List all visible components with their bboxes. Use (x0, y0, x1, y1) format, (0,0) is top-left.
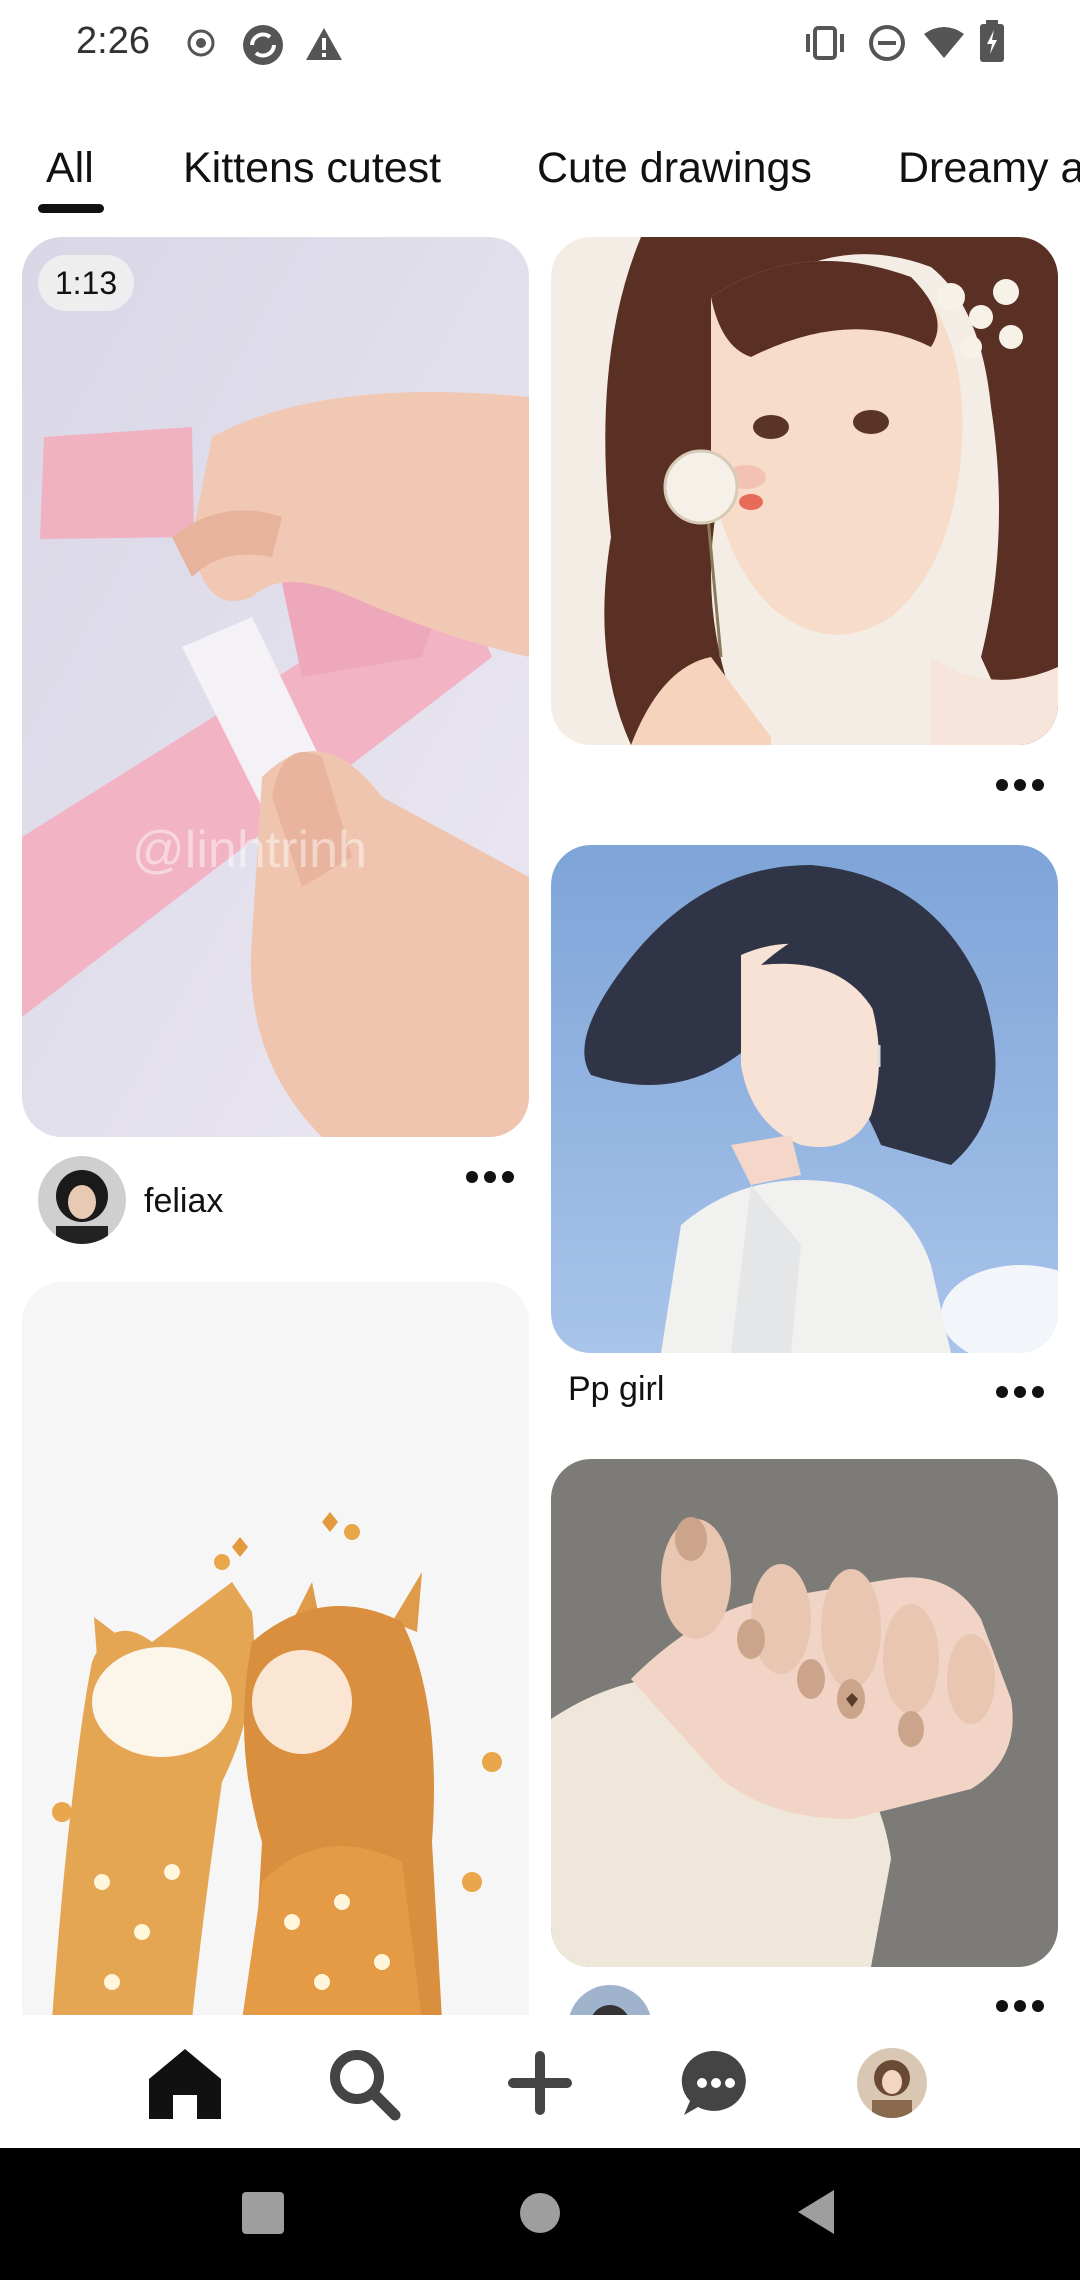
cat-girl-pin-image[interactable] (22, 1282, 529, 2020)
tab-all[interactable]: All (46, 144, 94, 193)
nails-pin-image[interactable] (551, 1459, 1058, 1967)
sync-icon (243, 25, 283, 65)
selected-tab-indicator (38, 204, 104, 213)
status-time: 2:26 (76, 20, 150, 62)
vibrate-icon (806, 26, 844, 60)
pp-girl-illustration (551, 845, 1058, 1353)
home-icon[interactable] (145, 2043, 225, 2123)
pp-girl-title[interactable]: Pp girl (568, 1370, 664, 1409)
video-pin-more-button[interactable] (466, 1171, 514, 1185)
nails-photo (551, 1459, 1058, 1967)
wifi-icon (924, 27, 964, 58)
video-pin-image[interactable]: @linhtrinh (22, 237, 529, 1137)
warning-icon (306, 28, 342, 60)
creator-name[interactable]: feliax (144, 1182, 223, 1221)
chat-icon[interactable] (676, 2043, 756, 2123)
dnd-icon (869, 25, 905, 61)
bottom-nav (0, 2015, 1080, 2145)
home-circle-icon[interactable] (519, 2192, 561, 2234)
back-triangle-icon[interactable] (796, 2188, 836, 2236)
nails-more-button[interactable] (996, 2000, 1044, 2014)
pp-girl-pin-image[interactable] (551, 845, 1058, 1353)
girl-dandelion-pin-image[interactable] (551, 237, 1058, 745)
tab-cute-drawings[interactable]: Cute drawings (537, 144, 812, 193)
plus-icon[interactable] (500, 2043, 580, 2123)
search-icon[interactable] (323, 2043, 403, 2123)
tab-kittens-cutest[interactable]: Kittens cutest (183, 144, 441, 193)
creator-avatar[interactable] (38, 1156, 126, 1244)
recents-square-icon[interactable] (242, 2192, 284, 2234)
profile-avatar[interactable] (857, 2048, 927, 2118)
system-nav-bar (0, 2148, 1080, 2280)
status-bar: 2:26 (0, 0, 1080, 90)
record-icon (187, 29, 215, 57)
video-watermark: @linhtrinh (132, 821, 367, 879)
pp-girl-more-button[interactable] (996, 1386, 1044, 1400)
girl-dandelion-more-button[interactable] (996, 779, 1044, 793)
tab-dreamy[interactable]: Dreamy a (898, 144, 1080, 193)
paper-craft-video-thumbnail: @linhtrinh (22, 237, 529, 1137)
cat-girl-illustration (22, 1282, 529, 2020)
board-tabs: All Kittens cutest Cute drawings Dreamy … (0, 138, 1080, 218)
battery-icon (980, 20, 1004, 62)
video-duration-badge: 1:13 (38, 255, 134, 311)
girl-dandelion-illustration (551, 237, 1058, 745)
